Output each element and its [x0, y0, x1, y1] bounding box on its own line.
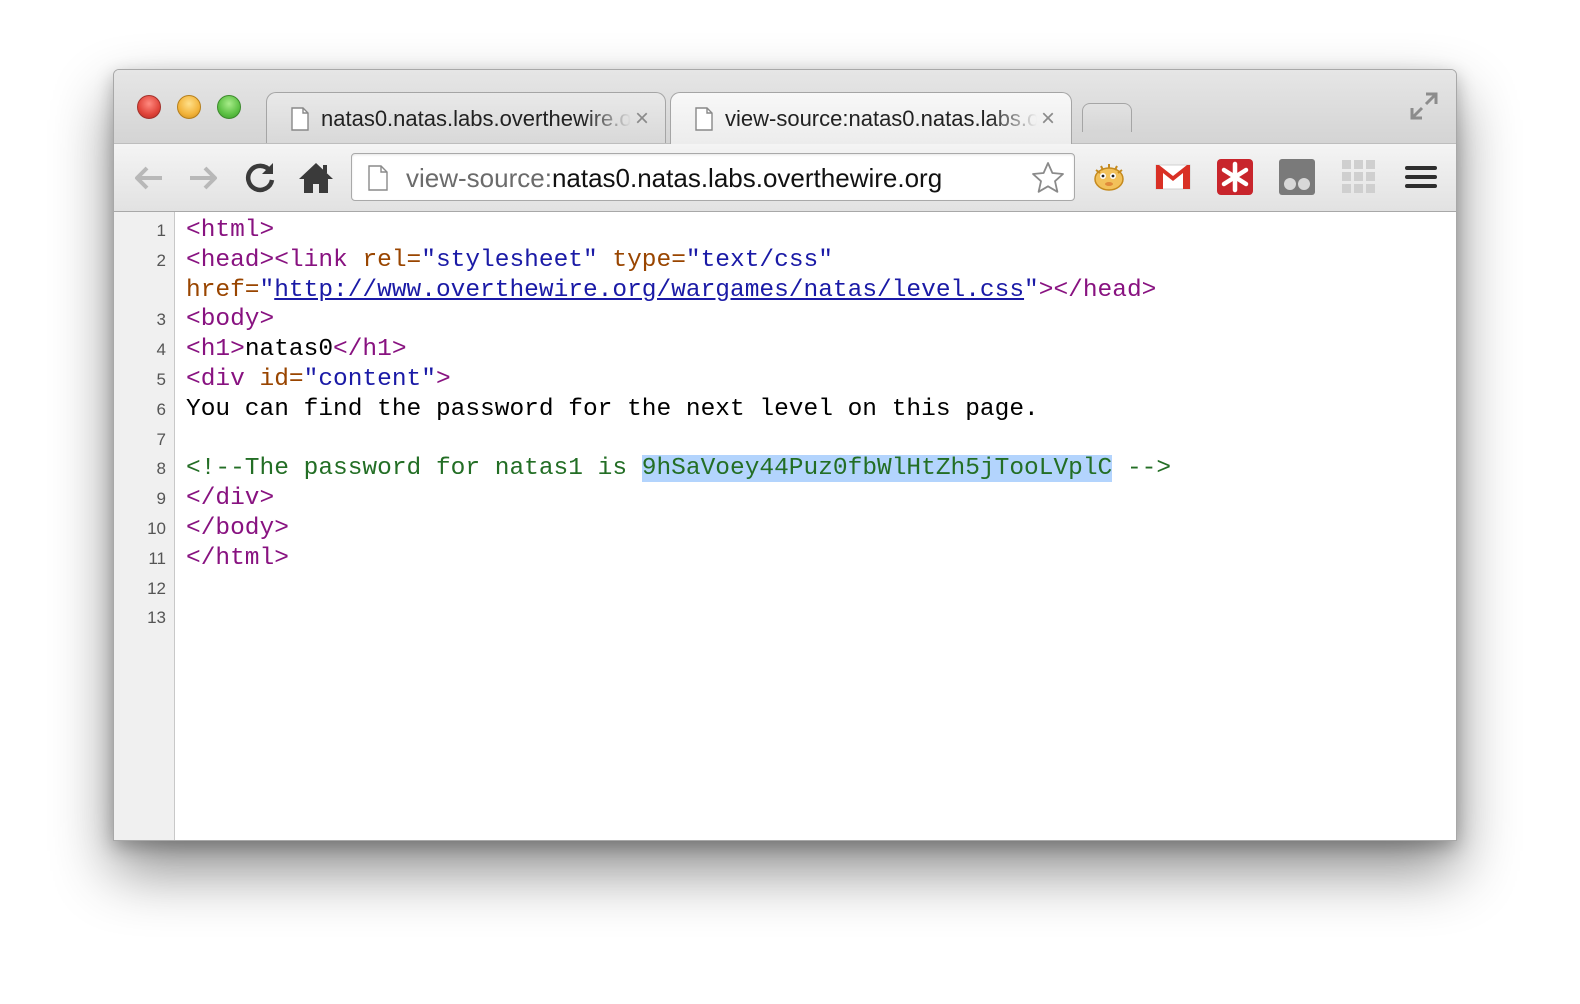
source-line: 9 </div> — [114, 484, 1456, 514]
line-number: 9 — [156, 489, 166, 509]
home-icon[interactable] — [296, 158, 336, 198]
line-number: 11 — [148, 548, 166, 568]
source-line: 8 <!--The password for natas1 is 9hSaVoey… — [114, 454, 1456, 484]
selected-password-text: 9hSaVoey44Puz0fbWlHtZh5jTooLVplC — [641, 455, 1113, 483]
line-code: <head><link rel="stylesheet" type="text/… — [186, 246, 833, 276]
code-token: "text/css" — [685, 246, 833, 274]
stylesheet-link[interactable]: http://www.overthewire.org/wargames/nata… — [274, 277, 1024, 304]
line-code: <html> — [186, 216, 274, 246]
address-bar[interactable]: view-source:natas0.natas.labs.overthewir… — [351, 153, 1075, 201]
code-token: </div> — [186, 485, 275, 513]
code-token: " — [1024, 276, 1039, 304]
new-tab-button[interactable] — [1082, 103, 1132, 132]
fullscreen-icon[interactable] — [1408, 90, 1440, 122]
source-line: 2 <head><link rel="stylesheet" type="text… — [114, 246, 1456, 276]
source-line: 5 <div id="content"> — [114, 365, 1456, 395]
pufferfish-icon[interactable] — [1090, 158, 1128, 196]
code-token: "stylesheet" — [421, 246, 598, 274]
code-token: </body> — [186, 514, 289, 542]
code-token: --> — [1112, 455, 1172, 483]
browser-window: natas0.natas.labs.overthewire.org × view… — [113, 69, 1457, 841]
source-line: 7 — [114, 425, 1456, 455]
line-number: 2 — [156, 250, 166, 270]
lastpass-icon[interactable] — [1216, 158, 1254, 196]
line-code: href="http://www.overthewire.org/wargame… — [186, 276, 1156, 306]
code-token: You can find the password for the next l… — [186, 395, 1039, 423]
gmail-icon[interactable] — [1154, 158, 1192, 196]
line-code: <body> — [186, 305, 274, 335]
hamburger-menu-icon[interactable] — [1402, 158, 1440, 196]
page-icon — [368, 165, 388, 191]
close-tab-icon[interactable]: × — [631, 106, 653, 130]
code-token: </html> — [186, 544, 289, 572]
tab-natas0[interactable]: natas0.natas.labs.overthewire.org × — [266, 92, 666, 144]
line-code: You can find the password for the next l… — [186, 395, 1039, 425]
code-token: <h1> — [186, 336, 245, 364]
code-token: rel= — [362, 246, 422, 274]
code-token: <!--The password for natas1 is — [186, 455, 642, 483]
line-number: 6 — [156, 399, 166, 419]
code-token: ></head> — [1038, 276, 1157, 304]
source-line: 13 — [114, 603, 1456, 633]
glasses-icon[interactable] — [1278, 158, 1316, 196]
line-number: 1 — [156, 221, 166, 240]
source-line: 3 <body> — [114, 305, 1456, 335]
line-code: <!--The password for natas1 is 9hSaVoey4… — [186, 454, 1171, 484]
source-line: 11 </html> — [114, 544, 1456, 574]
line-number: 12 — [147, 578, 166, 598]
code-token: <html> — [186, 217, 275, 244]
source-lines: 1 <html> 2 <head><link rel="stylesheet" typ… — [114, 216, 1456, 633]
source-view[interactable]: 1 <html> 2 <head><link rel="stylesheet" typ… — [114, 212, 1456, 840]
code-token: <div — [186, 365, 260, 393]
close-tab-icon[interactable]: × — [1037, 106, 1059, 130]
tab-view-source[interactable]: view-source:natas0.natas.labs.overthewir… — [670, 92, 1072, 144]
code-token: type= — [597, 246, 686, 274]
line-number: 13 — [147, 608, 166, 628]
tab-title: natas0.natas.labs.overthewire.org — [321, 105, 631, 131]
code-token: " — [259, 276, 275, 304]
line-code: <div id="content"> — [186, 365, 451, 395]
arrow-left-icon[interactable] — [128, 158, 168, 198]
tab-title: view-source:natas0.natas.labs.overthewir… — [725, 105, 1037, 131]
line-number: 7 — [156, 429, 166, 449]
line-code: </div> — [186, 484, 274, 514]
apps-grid-icon[interactable] — [1340, 158, 1378, 196]
line-code: <h1>natas0</h1> — [186, 335, 407, 365]
code-token: "content" — [303, 365, 436, 393]
source-line: 4 <h1>natas0</h1> — [114, 335, 1456, 365]
reload-icon[interactable] — [240, 158, 280, 198]
source-line: 1 <html> — [114, 216, 1456, 246]
line-code: </body> — [186, 514, 289, 544]
code-token: natas0 — [244, 336, 334, 364]
line-number: 4 — [156, 340, 166, 360]
source-line: 10 </body> — [114, 514, 1456, 544]
code-token: <body> — [186, 306, 275, 334]
line-number: 10 — [147, 518, 166, 538]
source-line: href="http://www.overthewire.org/wargame… — [114, 276, 1456, 306]
url-host: natas0.natas.labs.overthewire.org — [551, 163, 943, 193]
tab-strip: natas0.natas.labs.overthewire.org × view… — [114, 70, 1456, 144]
code-token: > — [435, 365, 451, 393]
browser-toolbar: view-source:natas0.natas.labs.overthewir… — [114, 143, 1456, 212]
page-icon — [291, 106, 309, 131]
url-scheme: view-source: — [406, 163, 552, 193]
zoom-window-button[interactable] — [217, 95, 241, 119]
code-token: </h1> — [333, 336, 407, 364]
code-token: id= — [259, 365, 304, 393]
star-icon[interactable] — [1030, 160, 1066, 196]
source-line: 12 — [114, 574, 1456, 604]
line-code: </html> — [186, 544, 289, 574]
line-number: 8 — [156, 459, 166, 479]
close-window-button[interactable] — [137, 95, 161, 119]
line-number: 3 — [156, 310, 166, 330]
minimize-window-button[interactable] — [177, 95, 201, 119]
code-token: href= — [186, 276, 260, 304]
code-token: <head><link — [186, 246, 363, 274]
page-icon — [695, 106, 713, 131]
arrow-right-icon[interactable] — [184, 158, 224, 198]
line-number: 5 — [156, 369, 166, 389]
url-text[interactable]: view-source:natas0.natas.labs.overthewir… — [406, 163, 942, 194]
source-line: 6 You can find the password for the next … — [114, 395, 1456, 425]
